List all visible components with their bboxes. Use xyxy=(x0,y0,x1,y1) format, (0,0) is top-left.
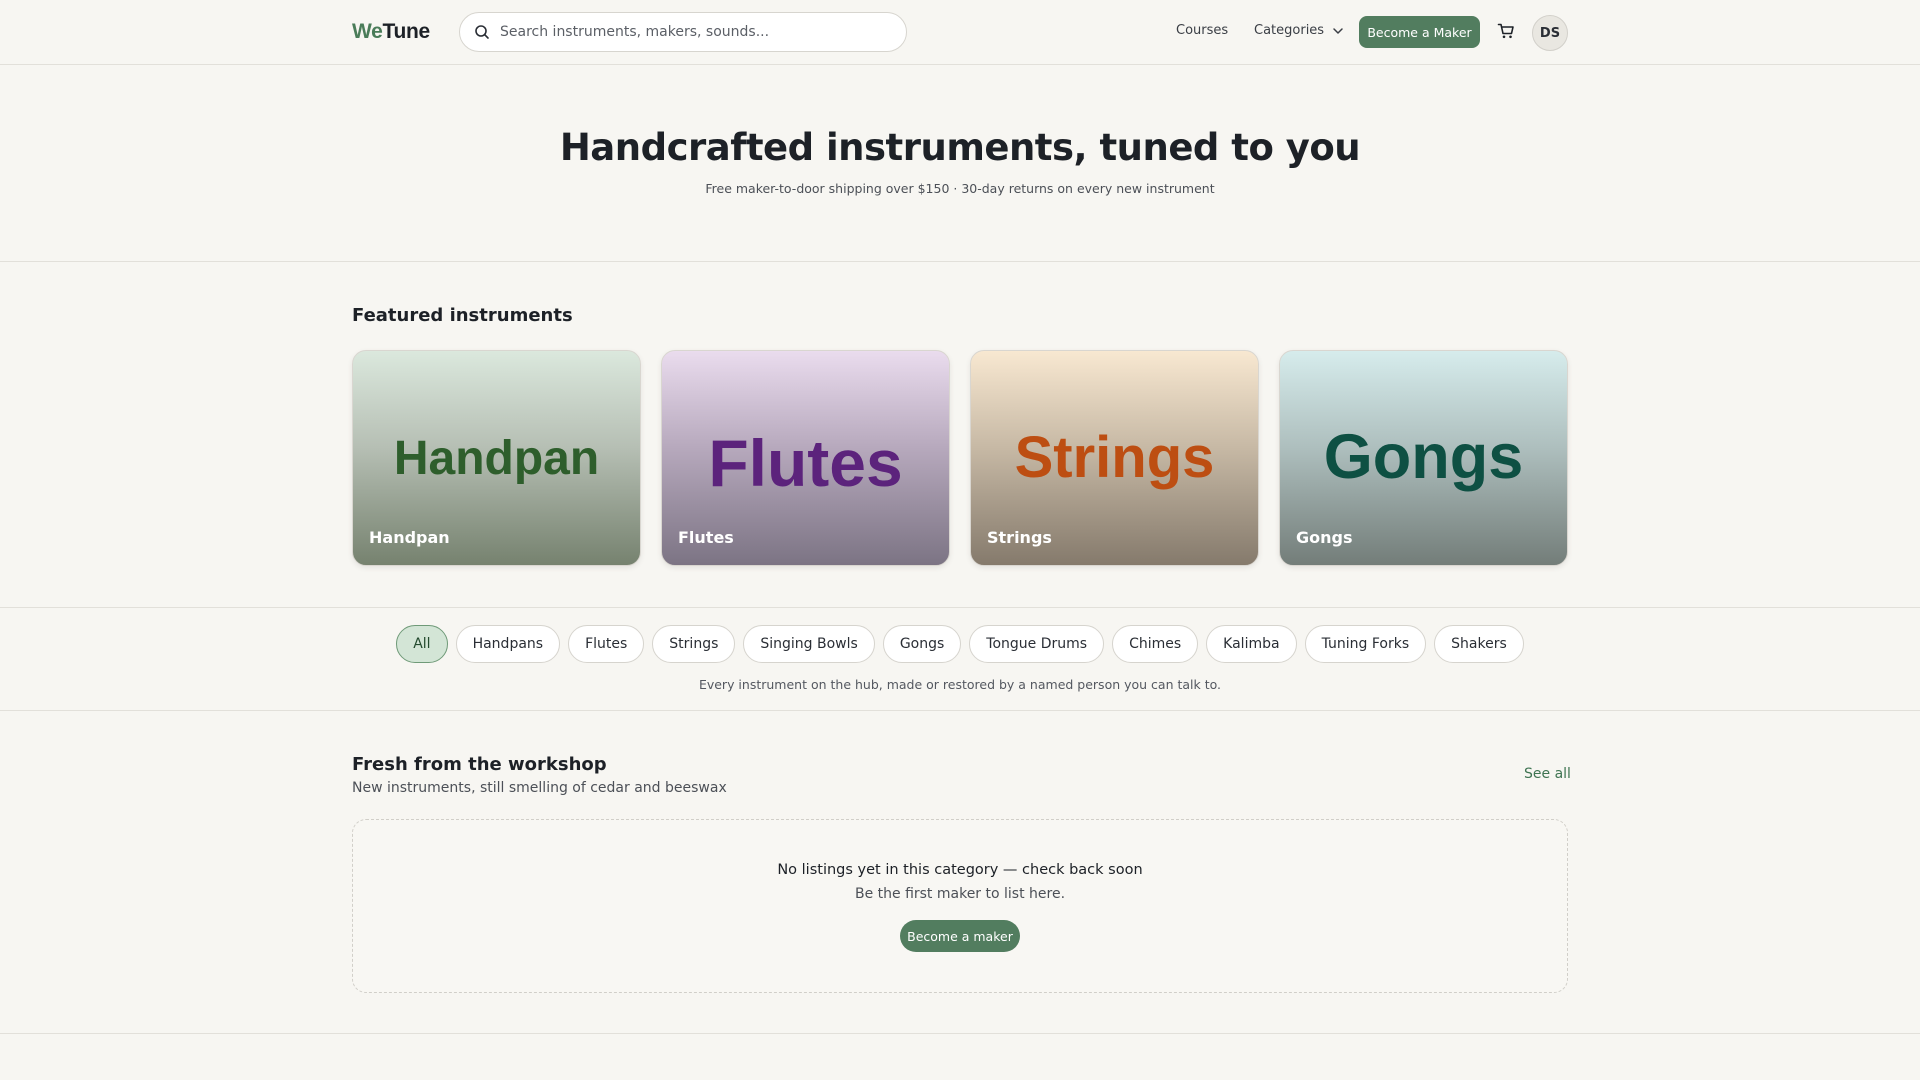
top-navigation-bar: WeTune Courses Categories Become a Maker… xyxy=(0,0,1920,65)
featured-card-gongs[interactable]: Gongs Gongs xyxy=(1279,350,1568,566)
hero-section: Handcrafted instruments, tuned to you Fr… xyxy=(0,65,1920,262)
card-art-text: Strings xyxy=(1014,425,1215,490)
empty-state-subtitle: Be the first maker to list here. xyxy=(854,886,1066,902)
chip-tuning-forks[interactable]: Tuning Forks xyxy=(1304,625,1427,663)
nav-categories-dropdown[interactable]: Categories xyxy=(1254,23,1344,38)
category-chip-row: All Handpans Flutes Strings Singing Bowl… xyxy=(0,625,1920,663)
chip-tongue-drums[interactable]: Tongue Drums xyxy=(969,625,1105,663)
card-label: Handpan xyxy=(369,528,450,547)
chevron-down-icon xyxy=(1333,27,1343,34)
become-a-maker-cta-button[interactable]: Become a maker xyxy=(900,920,1020,952)
card-art-text: Gongs xyxy=(1323,422,1524,492)
category-filter-band: All Handpans Flutes Strings Singing Bowl… xyxy=(0,607,1920,711)
nav-courses-link[interactable]: Courses xyxy=(1176,23,1228,38)
card-label: Flutes xyxy=(678,528,734,547)
fresh-section-title: Fresh from the workshop xyxy=(352,754,607,775)
logo-tune: Tune xyxy=(382,20,431,43)
see-all-link[interactable]: See all xyxy=(1524,766,1571,782)
empty-state-title: No listings yet in this category — check… xyxy=(777,862,1143,878)
chip-kalimba[interactable]: Kalimba xyxy=(1206,625,1297,663)
empty-listings-panel: No listings yet in this category — check… xyxy=(352,819,1568,993)
chip-handpans[interactable]: Handpans xyxy=(455,625,561,663)
card-label: Strings xyxy=(987,528,1052,547)
wetune-logo[interactable]: WeTune xyxy=(352,20,430,44)
chip-shakers[interactable]: Shakers xyxy=(1434,625,1524,663)
chip-singing-bowls[interactable]: Singing Bowls xyxy=(743,625,875,663)
chip-strings[interactable]: Strings xyxy=(652,625,736,663)
featured-section-title: Featured instruments xyxy=(352,305,573,326)
chip-all[interactable]: All xyxy=(396,625,448,663)
logo-we: We xyxy=(352,20,383,43)
chip-chimes[interactable]: Chimes xyxy=(1112,625,1199,663)
card-art-text: Handpan xyxy=(393,432,600,485)
nav-categories-label: Categories xyxy=(1254,23,1325,38)
cart-icon[interactable] xyxy=(1497,22,1515,40)
user-avatar[interactable]: DS xyxy=(1532,15,1568,51)
chip-gongs[interactable]: Gongs xyxy=(882,625,962,663)
hero-title: Handcrafted instruments, tuned to you xyxy=(559,126,1361,169)
search-icon xyxy=(475,25,489,39)
chip-flutes[interactable]: Flutes xyxy=(568,625,645,663)
fresh-section-subtitle: New instruments, still smelling of cedar… xyxy=(352,780,727,796)
featured-card-flutes[interactable]: Flutes Flutes xyxy=(661,350,950,566)
search-input[interactable] xyxy=(500,21,890,43)
hero-subtitle: Free maker-to-door shipping over $150 · … xyxy=(705,181,1215,196)
card-label: Gongs xyxy=(1296,528,1353,547)
become-a-maker-button[interactable]: Become a Maker xyxy=(1359,16,1480,48)
card-art-text: Flutes xyxy=(708,426,903,500)
featured-card-handpan[interactable]: Handpan Handpan xyxy=(352,350,641,566)
category-note: Every instrument on the hub, made or res… xyxy=(698,677,1222,692)
search-bar[interactable] xyxy=(459,12,907,52)
section-divider xyxy=(0,1033,1920,1034)
featured-card-strings[interactable]: Strings Strings xyxy=(970,350,1259,566)
